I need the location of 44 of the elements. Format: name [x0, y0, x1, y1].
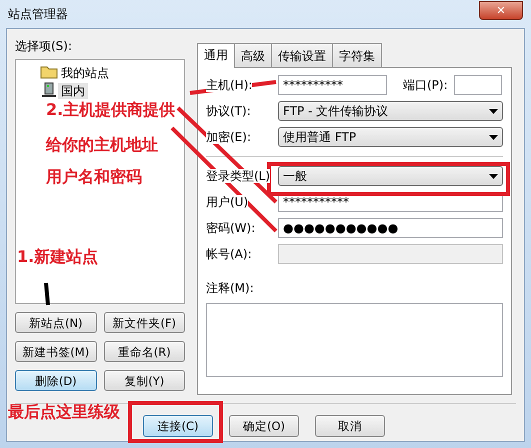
field-label: 端口(P):: [403, 76, 448, 94]
site-button[interactable]: 新建书签(M): [15, 341, 96, 362]
dropdown[interactable]: 使用普通 FTP: [278, 127, 503, 147]
input-field[interactable]: [454, 75, 502, 95]
field-label: 协议(T):: [206, 104, 251, 118]
field-label: 登录类型(L): [206, 169, 270, 183]
dropdown[interactable]: 一般: [278, 166, 503, 186]
dropdown[interactable]: FTP - 文件传输协议: [278, 101, 503, 121]
site-button[interactable]: 复制(Y): [104, 370, 185, 391]
folder-icon: [40, 64, 58, 80]
site-button[interactable]: 新站点(N): [15, 312, 96, 333]
field-label: 密码(W):: [206, 221, 256, 235]
tab[interactable]: 传输设置: [271, 43, 333, 67]
tab[interactable]: 字符集: [332, 43, 382, 67]
field-label: 加密(E):: [206, 130, 251, 144]
annotation-text: 最后点这里练级: [8, 404, 120, 420]
site-button[interactable]: 新文件夹(F): [104, 312, 185, 333]
annotation-text: 给你的主机地址: [46, 137, 158, 153]
field-label: 用户(U): [206, 195, 248, 209]
site-button[interactable]: 重命名(R): [104, 341, 185, 362]
tab[interactable]: 通用: [197, 43, 235, 68]
dialog-button[interactable]: 确定(O): [229, 415, 299, 437]
dialog-button[interactable]: 连接(C): [143, 415, 213, 437]
input-field[interactable]: **********: [278, 75, 387, 95]
dropdown-arrow-icon: [489, 134, 498, 140]
dropdown-arrow-icon: [489, 108, 498, 114]
pen-stroke: [44, 282, 50, 306]
field-label: 帐号(A):: [206, 247, 252, 261]
site-button[interactable]: 删除(D): [15, 370, 96, 391]
dropdown-arrow-icon: [489, 174, 498, 178]
annotation-text: 1.新建站点: [17, 249, 98, 265]
window-title: 站点管理器: [8, 6, 68, 23]
tree-label: 选择项(S):: [15, 38, 74, 55]
server-icon: [40, 82, 58, 98]
dialog-button[interactable]: 取消: [315, 415, 385, 437]
tree-item[interactable]: 国内: [58, 83, 88, 99]
tree-item[interactable]: 我的站点: [58, 65, 112, 81]
annotation-text: 用户名和密码: [46, 169, 142, 185]
field-label: 主机(H):: [206, 78, 252, 92]
comment-field[interactable]: [206, 303, 503, 377]
annotation-text: 2.主机提供商提供: [46, 102, 176, 118]
tab[interactable]: 高级: [234, 43, 272, 67]
input-field[interactable]: ●●●●●●●●●●●: [278, 218, 503, 238]
field-label: 注释(M):: [206, 280, 255, 297]
